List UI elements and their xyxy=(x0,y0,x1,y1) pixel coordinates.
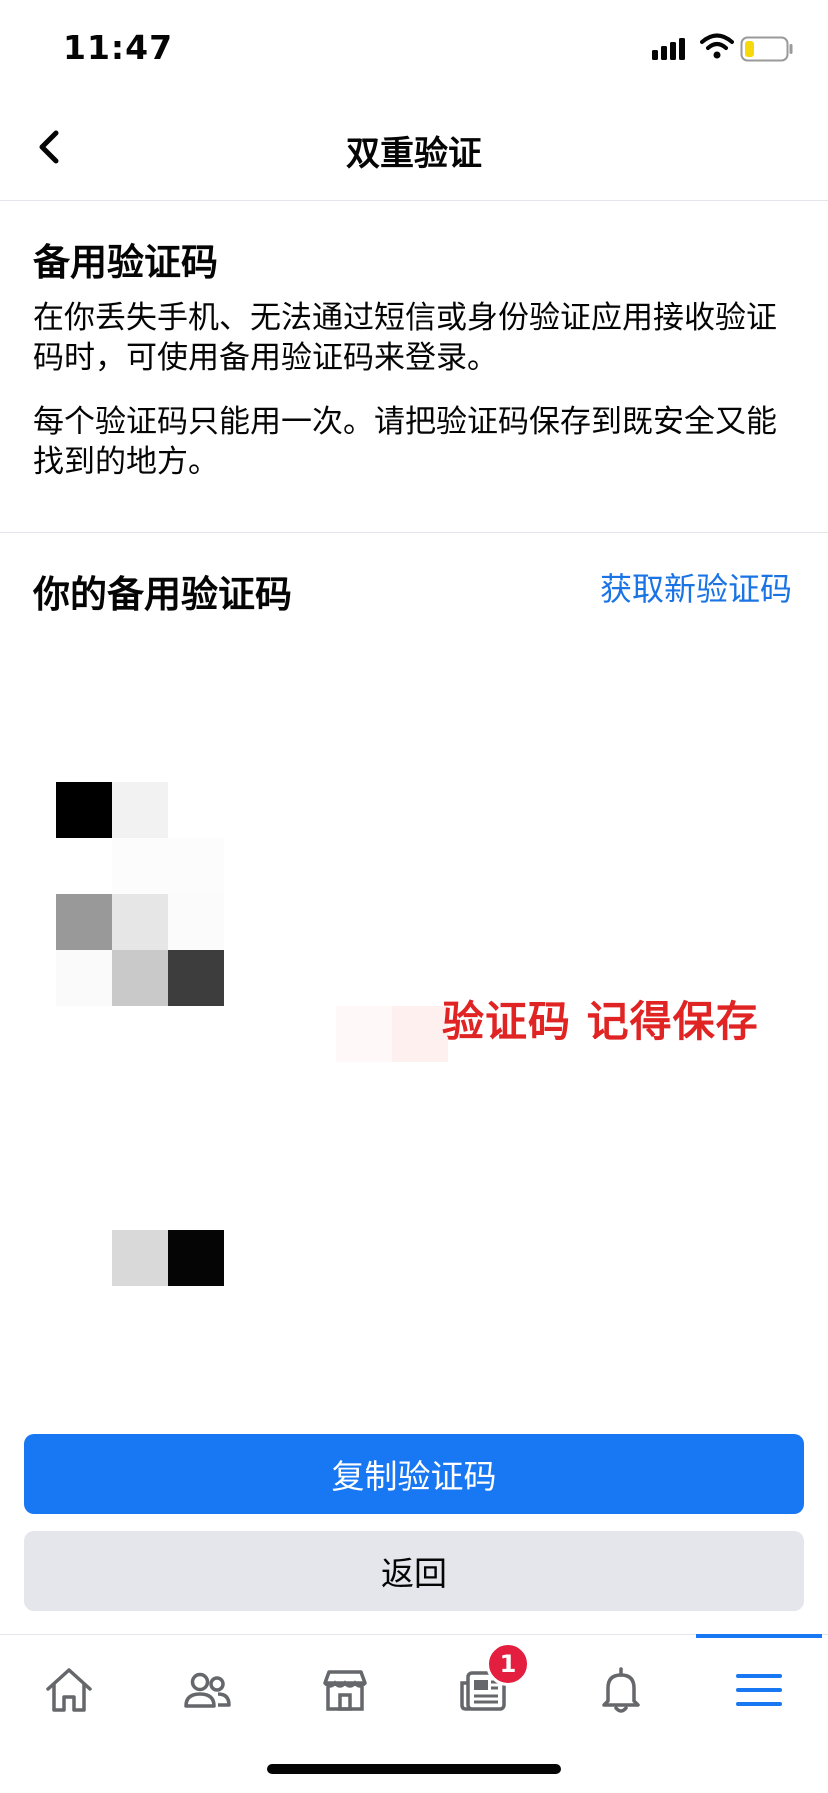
section-divider xyxy=(0,532,828,533)
tab-home[interactable] xyxy=(0,1635,138,1745)
news-notification-badge: 1 xyxy=(486,1642,530,1686)
pixel-block xyxy=(168,1230,224,1286)
copy-codes-button[interactable]: 复制验证码 xyxy=(24,1434,804,1514)
back-button[interactable]: 返回 xyxy=(24,1531,804,1611)
notifications-icon xyxy=(602,1667,640,1713)
home-icon xyxy=(46,1668,92,1712)
status-time: 11:47 xyxy=(63,28,174,67)
pixel-block xyxy=(112,1230,168,1286)
pixel-block xyxy=(392,1006,448,1062)
page-title: 双重验证 xyxy=(346,134,482,174)
tab-notifications[interactable] xyxy=(552,1635,690,1745)
pixel-block xyxy=(168,950,224,1006)
battery-icon xyxy=(740,36,793,62)
pixel-block xyxy=(112,950,168,1006)
friends-icon xyxy=(184,1672,231,1708)
pixel-block xyxy=(336,1006,392,1062)
active-tab-indicator xyxy=(696,1634,822,1638)
pixel-block xyxy=(168,894,224,950)
tab-news[interactable] xyxy=(414,1635,552,1745)
menu-icon xyxy=(736,1674,782,1706)
tab-menu[interactable] xyxy=(690,1635,828,1745)
pixel-block xyxy=(56,894,112,950)
intro-paragraph-2: 每个验证码只能用一次。请把验证码保存到既安全又能找到的地方。 xyxy=(33,404,777,480)
pixel-block xyxy=(112,838,168,894)
cellular-signal-icon xyxy=(652,38,685,60)
section-title-backup-codes: 备用验证码 xyxy=(33,241,218,284)
pixel-block xyxy=(168,838,224,894)
tab-friends[interactable] xyxy=(138,1635,276,1745)
pixel-block xyxy=(112,894,168,950)
home-indicator[interactable] xyxy=(267,1764,561,1774)
pixel-block xyxy=(56,950,112,1006)
intro-paragraph: 在你丢失手机、无法通过短信或身份验证应用接收验证码时，可使用备用验证码来登录。 xyxy=(33,300,777,376)
tab-marketplace[interactable] xyxy=(276,1635,414,1745)
wifi-icon xyxy=(700,33,734,59)
header-divider xyxy=(0,200,828,201)
pixel-block xyxy=(112,782,168,838)
marketplace-icon xyxy=(323,1670,367,1711)
save-reminder-note: 验证码 记得保存 xyxy=(442,997,759,1046)
pixel-block xyxy=(56,782,112,838)
